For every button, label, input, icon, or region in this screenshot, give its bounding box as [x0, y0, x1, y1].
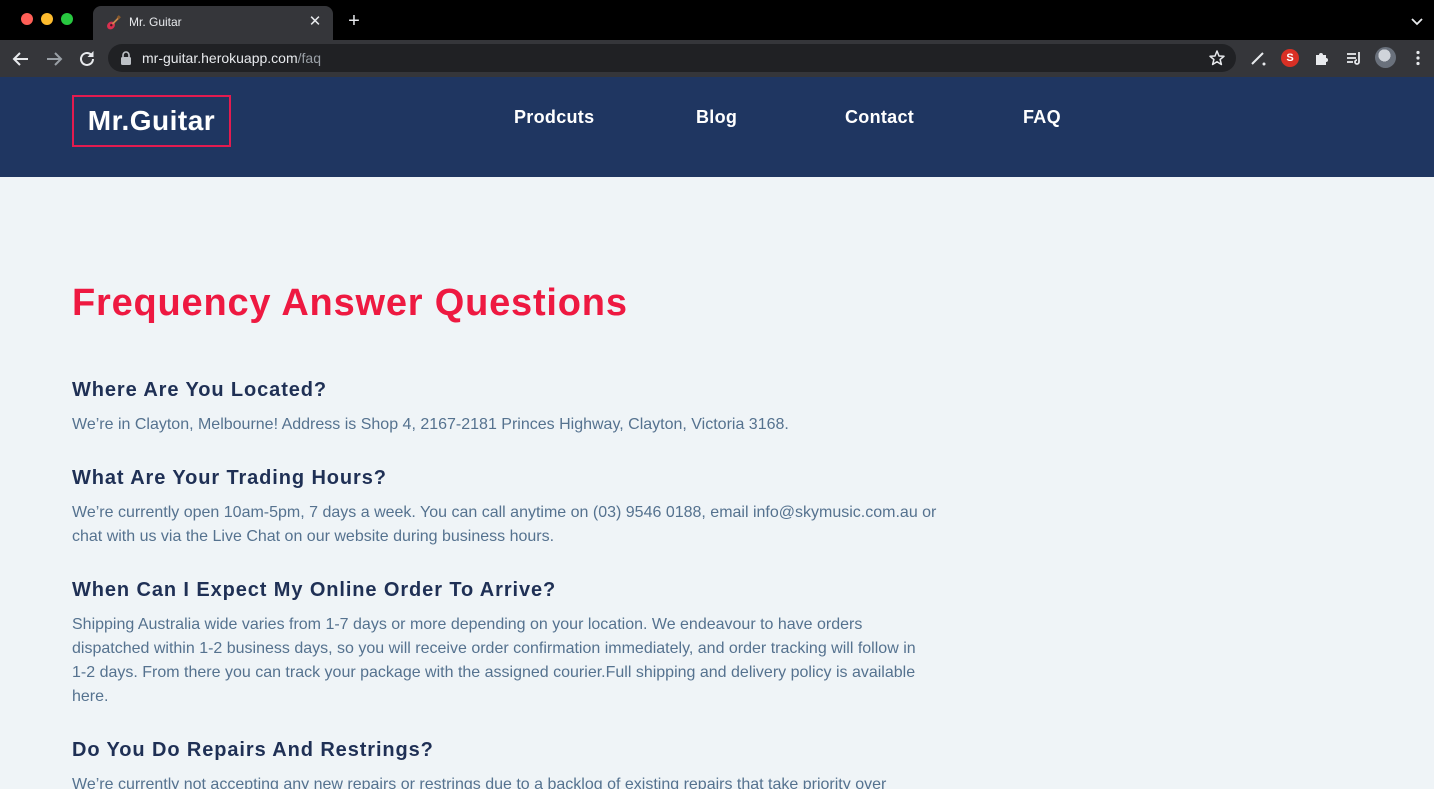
browser-tab-strip: Mr. Guitar ✕ + [0, 0, 1434, 40]
nav-link-products[interactable]: Prodcuts [514, 107, 594, 128]
site-header: Mr.Guitar Prodcuts Blog Contact FAQ [0, 77, 1434, 177]
forward-arrow-icon[interactable] [43, 48, 65, 70]
nav-link-blog[interactable]: Blog [696, 107, 737, 128]
browser-tab[interactable]: Mr. Guitar ✕ [93, 6, 333, 40]
faq-answer: We’re in Clayton, Melbourne! Address is … [72, 416, 789, 433]
page-title: Frequency Answer Questions [72, 282, 628, 324]
faq-answer: Shipping Australia wide varies from 1-7 … [72, 616, 916, 705]
pen-extension-icon[interactable] [1249, 49, 1267, 67]
faq-answer: We’re currently open 10am-5pm, 7 days a … [72, 504, 937, 545]
s-extension-icon[interactable]: S [1281, 49, 1299, 67]
tab-title: Mr. Guitar [129, 15, 182, 29]
url-path: /faq [297, 50, 321, 66]
back-arrow-icon[interactable] [10, 48, 32, 70]
faq-question: Where Are You Located? [72, 379, 328, 401]
faq-answer: We’re currently not accepting any new re… [72, 776, 887, 789]
minimize-window-button[interactable] [41, 13, 53, 25]
guitar-icon [107, 15, 121, 30]
site-logo[interactable]: Mr.Guitar [72, 95, 231, 147]
close-window-button[interactable] [21, 13, 33, 25]
address-bar[interactable]: mr-guitar.herokuapp.com/faq [108, 44, 1236, 72]
page-content: Mr.Guitar Prodcuts Blog Contact FAQ Freq… [0, 77, 1434, 789]
faq-question: What Are Your Trading Hours? [72, 467, 387, 489]
tab-search-chevron-icon[interactable] [1408, 12, 1426, 30]
new-tab-icon[interactable]: + [344, 11, 364, 31]
star-icon[interactable] [1208, 49, 1226, 67]
reload-icon[interactable] [76, 48, 98, 70]
close-tab-icon[interactable]: ✕ [305, 12, 325, 32]
profile-avatar[interactable] [1375, 47, 1396, 68]
faq-question: Do You Do Repairs And Restrings? [72, 739, 434, 761]
nav-link-contact[interactable]: Contact [845, 107, 914, 128]
faq-question: When Can I Expect My Online Order To Arr… [72, 579, 557, 601]
lock-icon [121, 51, 131, 65]
kebab-menu-icon[interactable] [1409, 49, 1427, 67]
nav-link-faq[interactable]: FAQ [1023, 107, 1061, 128]
reading-list-icon[interactable] [1345, 49, 1363, 67]
url-text: mr-guitar.herokuapp.com/faq [142, 50, 321, 66]
maximize-window-button[interactable] [61, 13, 73, 25]
browser-toolbar: mr-guitar.herokuapp.com/faq S [0, 40, 1434, 77]
url-host: mr-guitar.herokuapp.com [142, 50, 298, 66]
puzzle-icon[interactable] [1313, 49, 1331, 67]
